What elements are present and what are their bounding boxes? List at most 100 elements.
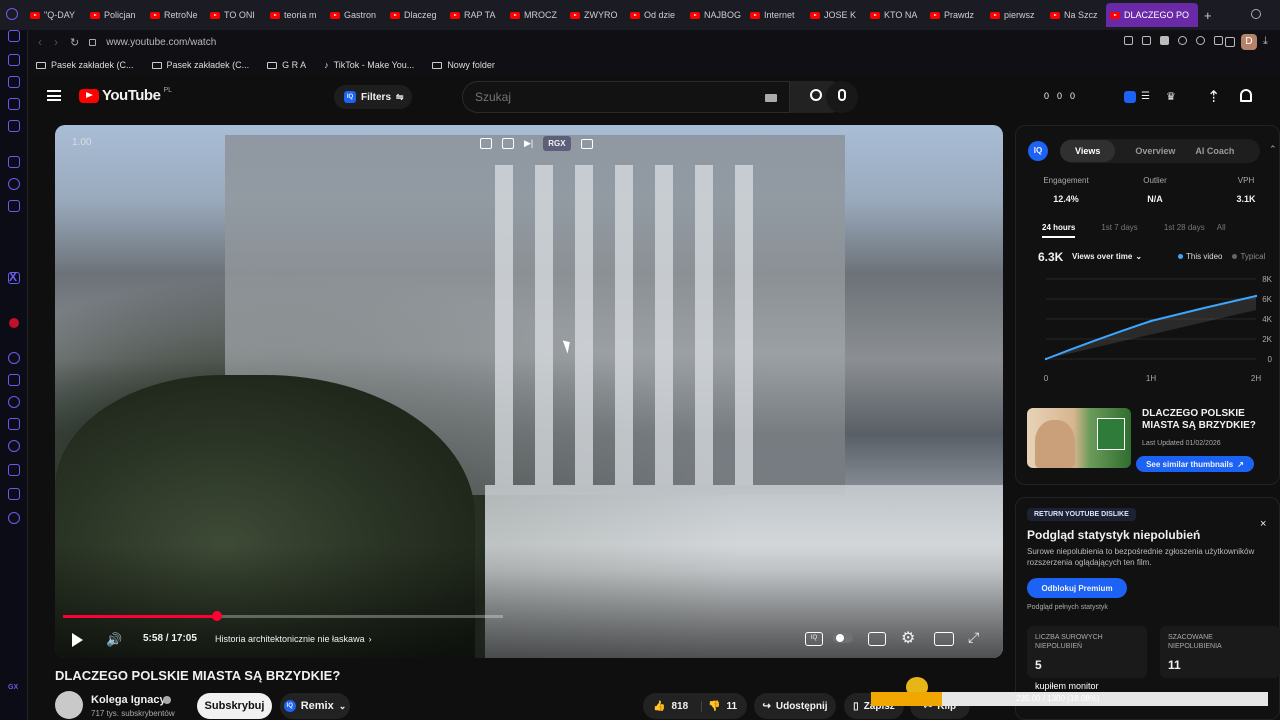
history-icon[interactable] <box>8 440 20 452</box>
wallet-icon[interactable] <box>8 98 20 110</box>
video-thumbnail[interactable] <box>1027 408 1131 468</box>
search-box[interactable] <box>462 81 790 113</box>
views-dropdown[interactable]: Views over time ⌄ <box>1072 252 1142 261</box>
youtube-logo[interactable]: YouTube PL <box>79 87 172 104</box>
browser-tab[interactable]: KTO NA <box>866 3 926 27</box>
next-frame-icon[interactable]: ▶| <box>524 138 533 149</box>
settings-gear-icon[interactable]: ⚙ <box>901 628 915 648</box>
bookmark-folder-2[interactable]: Pasek zakładek (C... <box>151 60 249 70</box>
new-tab-button[interactable]: + <box>1204 8 1212 23</box>
chapter-button[interactable]: Historia architektonicznie nie łaskawa › <box>215 629 372 649</box>
keyboard-icon[interactable] <box>765 94 777 102</box>
unlock-premium-button[interactable]: Odblokuj Premium <box>1027 578 1127 598</box>
circle-icon[interactable] <box>8 352 20 364</box>
notifications-bell-icon[interactable] <box>1240 89 1252 102</box>
bookmark-tiktok[interactable]: ♪ TikTok - Make You... <box>324 60 414 70</box>
m-icon[interactable] <box>8 120 20 132</box>
see-similar-thumbnails-button[interactable]: See similar thumbnails ↗ <box>1136 456 1254 472</box>
extensions-icon[interactable] <box>1225 37 1235 47</box>
mail-icon[interactable] <box>8 54 20 66</box>
discord-icon[interactable] <box>8 272 20 284</box>
channel-name[interactable]: Kolega Ignacy <box>91 694 166 706</box>
browser-tab[interactable]: Gastron <box>326 3 386 27</box>
back-icon[interactable]: ‹ <box>38 35 42 49</box>
forward-icon[interactable]: › <box>54 35 58 49</box>
browser-tab[interactable]: teoria m <box>266 3 326 27</box>
popout-icon[interactable] <box>480 138 492 149</box>
browser-tab[interactable]: Internet <box>746 3 806 27</box>
heart-icon[interactable] <box>8 396 20 408</box>
gx-icon[interactable]: GX <box>8 684 18 691</box>
vidiq-header-icon[interactable] <box>1124 91 1136 103</box>
chat-icon[interactable] <box>8 178 20 190</box>
tab-overview[interactable]: Overview <box>1115 146 1195 156</box>
download-sidebar-icon[interactable] <box>8 464 20 476</box>
bookmark-folder-3[interactable]: G R A <box>267 60 306 70</box>
range-28d[interactable]: 1st 28 days <box>1164 223 1205 238</box>
video-player[interactable]: 1.00 ▶| RGX 🔊 5:58 / 17:05 Historia arch… <box>55 125 1003 658</box>
range-7d[interactable]: 1st 7 days <box>1101 223 1137 238</box>
browser-tab[interactable]: Dlaczeg <box>386 3 446 27</box>
browser-tab[interactable]: RetroNe <box>146 3 206 27</box>
tab-views[interactable]: Views <box>1060 140 1116 162</box>
dislike-button[interactable]: 👎 11 <box>701 700 737 712</box>
side-panel-icon[interactable] <box>580 138 593 149</box>
remix-button[interactable]: IQ Remix ⌄ <box>280 693 350 719</box>
play-icon[interactable] <box>8 374 20 386</box>
browser-tab[interactable]: TO ONI <box>206 3 266 27</box>
vidiq-filters-button[interactable]: IQ Filters ⇋ <box>334 85 412 109</box>
browser-tab[interactable]: Policjan <box>86 3 146 27</box>
trophy-icon[interactable]: ♛ <box>1166 90 1176 103</box>
tab-active[interactable]: DLACZEGO PO <box>1106 3 1198 27</box>
messenger-icon[interactable] <box>8 30 20 42</box>
browser-tab[interactable]: "Q-DAY <box>26 3 86 27</box>
theater-mode-icon[interactable] <box>934 632 954 646</box>
subscribe-button[interactable]: Subskrybuj <box>197 693 272 719</box>
bookmark-folder-5[interactable]: Nowy folder <box>432 60 495 70</box>
telegram-icon[interactable] <box>8 200 20 212</box>
like-button[interactable]: 👍 818 <box>643 701 701 712</box>
profile-avatar[interactable]: D <box>1241 34 1257 50</box>
settings-icon[interactable] <box>8 512 20 524</box>
download-icon[interactable]: ⤓ <box>1263 35 1268 48</box>
url-text[interactable]: www.youtube.com/watch <box>106 37 216 48</box>
twitch-icon[interactable] <box>8 156 20 168</box>
users-icon[interactable] <box>8 76 20 88</box>
bookmark-folder-1[interactable]: Pasek zakładek (C... <box>36 60 134 70</box>
range-all[interactable]: All <box>1217 223 1226 238</box>
browser-tab[interactable]: Na Szcz <box>1046 3 1106 27</box>
browser-tab[interactable]: Prawdz <box>926 3 986 27</box>
upload-icon[interactable]: ⇡ <box>1207 87 1220 107</box>
rgx-button[interactable]: RGX <box>543 136 571 151</box>
list-icon[interactable] <box>8 418 20 430</box>
browser-tab[interactable]: MROCZ <box>506 3 566 27</box>
browser-tab[interactable]: Od dzie <box>626 3 686 27</box>
tab-ai-coach[interactable]: AI Coach <box>1195 146 1234 156</box>
collapse-chevron-icon[interactable]: ⌃ <box>1269 144 1277 155</box>
voice-search-button[interactable] <box>826 81 858 113</box>
progress-bar[interactable] <box>63 611 503 621</box>
fullscreen-icon[interactable]: ⤢ <box>968 629 979 646</box>
browser-tab[interactable]: pierwsz <box>986 3 1046 27</box>
play-button-icon[interactable] <box>72 633 83 647</box>
browser-tab[interactable]: JOSE K <box>806 3 866 27</box>
progress-scrubber[interactable] <box>212 611 222 621</box>
reload-icon[interactable]: ↻ <box>70 36 79 49</box>
search-tabs-icon[interactable] <box>1251 9 1261 19</box>
subtitles-icon[interactable] <box>868 632 886 646</box>
enter-icon[interactable] <box>502 138 514 149</box>
vidiq-menu-icon[interactable]: ☰ <box>1141 91 1150 102</box>
browser-tab[interactable]: RAP TA <box>446 3 506 27</box>
volume-icon[interactable]: 🔊 <box>106 632 122 648</box>
hamburger-menu-icon[interactable] <box>47 90 61 101</box>
browser-menu-icon[interactable] <box>6 8 18 20</box>
search-input[interactable] <box>475 90 725 104</box>
cube-icon[interactable] <box>8 488 20 500</box>
browser-tab[interactable]: ZWYRO <box>566 3 626 27</box>
browser-tab[interactable]: NAJBOG <box>686 3 746 27</box>
channel-avatar[interactable] <box>55 691 83 719</box>
vidiq-player-icon[interactable]: IQ <box>805 632 823 646</box>
range-24h[interactable]: 24 hours <box>1042 223 1076 238</box>
autoplay-toggle[interactable] <box>833 633 853 643</box>
share-button[interactable]: ↪ Udostępnij <box>754 693 836 719</box>
